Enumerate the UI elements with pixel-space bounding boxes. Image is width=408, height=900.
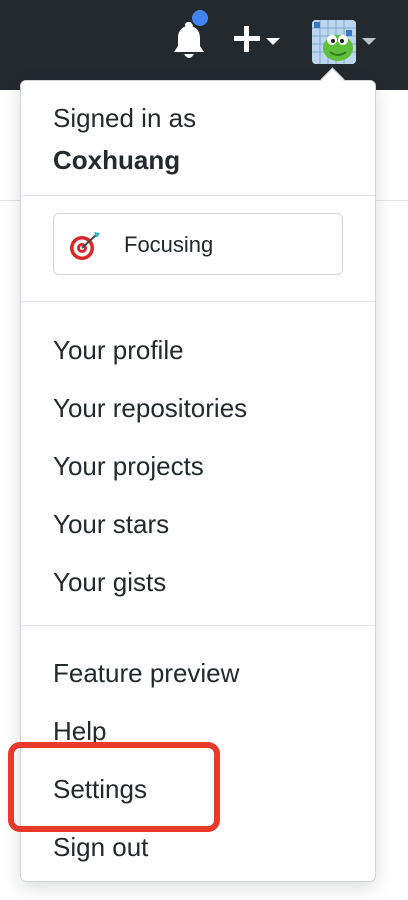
chevron-down-icon — [362, 38, 376, 45]
menu-item-your-gists[interactable]: Your gists — [53, 565, 166, 599]
username[interactable]: Coxhuang — [53, 143, 180, 177]
menu-item-settings[interactable]: Settings — [53, 772, 147, 806]
user-dropdown-menu: Signed in as Coxhuang Focusing Your prof… — [20, 80, 376, 882]
menu-item-your-profile[interactable]: Your profile — [53, 333, 184, 367]
divider — [21, 625, 375, 626]
menu-item-your-stars[interactable]: Your stars — [53, 507, 169, 541]
set-status-button[interactable]: Focusing — [53, 213, 343, 275]
menu-item-feature-preview[interactable]: Feature preview — [53, 656, 239, 690]
menu-item-sign-out[interactable]: Sign out — [53, 830, 148, 864]
menu-item-your-repositories[interactable]: Your repositories — [53, 391, 247, 425]
divider — [21, 195, 375, 196]
bell-icon — [174, 22, 204, 58]
notifications-button[interactable] — [172, 22, 206, 62]
divider — [21, 301, 375, 302]
signed-in-label: Signed in as — [53, 103, 197, 133]
avatar — [312, 20, 356, 64]
direct-hit-icon — [68, 230, 102, 262]
unread-notification-dot — [190, 8, 210, 28]
menu-item-help[interactable]: Help — [53, 714, 106, 748]
page: Signed in as Coxhuang Focusing Your prof… — [0, 0, 408, 900]
status-text: Focusing — [124, 232, 214, 257]
plus-icon — [234, 26, 260, 52]
menu-item-your-projects[interactable]: Your projects — [53, 449, 204, 483]
top-header-bar — [0, 0, 408, 90]
chevron-down-icon — [266, 38, 280, 45]
